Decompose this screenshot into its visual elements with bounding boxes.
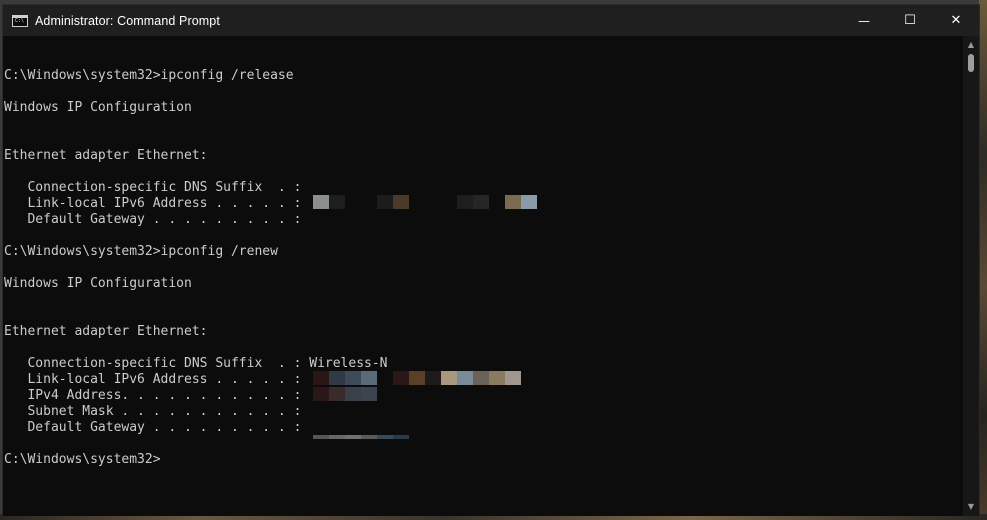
console-line: Subnet Mask . . . . . . . . . . . : [4, 404, 302, 419]
redaction-pixel [409, 195, 425, 209]
scroll-up-icon[interactable]: ▲ [963, 38, 979, 52]
console-line: Connection-specific DNS Suffix . : [4, 180, 302, 195]
redaction-pixel [329, 195, 345, 209]
redaction-pixel [313, 195, 329, 209]
redaction-pixel [329, 387, 345, 401]
redaction-pixel [393, 371, 409, 385]
console-line: Default Gateway . . . . . . . . . : [4, 212, 302, 227]
redaction-pixel [361, 387, 377, 401]
console-line: Windows IP Configuration [4, 100, 192, 115]
redaction-pixel [329, 371, 345, 385]
redaction-pixel [473, 195, 489, 209]
desktop-wallpaper-edge [979, 0, 987, 520]
redaction-pixel [393, 195, 409, 209]
console-line: C:\Windows\system32>ipconfig /release [4, 68, 294, 83]
command-prompt-icon[interactable]: C:\ [12, 14, 28, 27]
console-output[interactable]: C:\Windows\system32>ipconfig /release Wi… [3, 36, 965, 516]
minimize-icon: — [858, 13, 870, 28]
console-line: Ethernet adapter Ethernet: [4, 148, 208, 163]
command-prompt-window: C:\ Administrator: Command Prompt — ☐ ✕ … [2, 4, 980, 516]
console-line: C:\Windows\system32> [4, 452, 161, 467]
redaction-pixel [345, 371, 361, 385]
console-line: C:\Windows\system32>ipconfig /renew [4, 244, 278, 259]
console-line: Windows IP Configuration [4, 276, 192, 291]
minimize-button[interactable]: — [841, 5, 887, 36]
redaction-pixel [329, 435, 345, 439]
redaction-pixel [313, 371, 329, 385]
console-line: Ethernet adapter Ethernet: [4, 324, 208, 339]
redaction-pixel [457, 371, 473, 385]
redaction-pixel [393, 435, 409, 439]
redaction-pixel [361, 195, 377, 209]
redaction-pixel [345, 435, 361, 439]
redaction-pixel [345, 195, 361, 209]
maximize-icon: ☐ [904, 13, 916, 28]
redaction-pixel [377, 195, 393, 209]
title-bar[interactable]: C:\ Administrator: Command Prompt — ☐ ✕ [3, 5, 979, 36]
redacted-renew-default-gateway [313, 435, 409, 439]
close-icon: ✕ [950, 13, 962, 28]
scroll-down-icon[interactable]: ▼ [963, 500, 979, 514]
console-line: Connection-specific DNS Suffix . : Wirel… [4, 356, 388, 371]
redacted-renew-ipv4-address [313, 387, 377, 401]
scrollbar-thumb[interactable] [968, 54, 974, 72]
redaction-pixel [345, 387, 361, 401]
redaction-pixel [361, 371, 377, 385]
redaction-pixel [441, 371, 457, 385]
redaction-pixel [489, 195, 505, 209]
redaction-pixel [313, 435, 329, 439]
vertical-scrollbar[interactable]: ▲ ▼ [963, 36, 979, 516]
close-button[interactable]: ✕ [933, 5, 979, 36]
redaction-pixel [505, 195, 521, 209]
redaction-pixel [409, 371, 425, 385]
console-line: Link-local IPv6 Address . . . . . : [4, 196, 302, 211]
console-line: IPv4 Address. . . . . . . . . . . : [4, 388, 302, 403]
console-line: Link-local IPv6 Address . . . . . : [4, 372, 302, 387]
console-line: Default Gateway . . . . . . . . . : [4, 420, 302, 435]
window-title: Administrator: Command Prompt [35, 13, 220, 28]
redaction-pixel [313, 387, 329, 401]
redaction-pixel [457, 195, 473, 209]
redaction-pixel [377, 435, 393, 439]
redaction-pixel [489, 371, 505, 385]
redaction-pixel [425, 195, 441, 209]
redaction-pixel [473, 371, 489, 385]
redaction-pixel [521, 195, 537, 209]
redaction-pixel [505, 371, 521, 385]
redaction-pixel [361, 435, 377, 439]
redacted-renew-ipv6-address [313, 371, 521, 385]
window-controls: — ☐ ✕ [841, 5, 979, 36]
redaction-pixel [441, 195, 457, 209]
redaction-pixel [425, 371, 441, 385]
redacted-release-ipv6-address [313, 195, 537, 209]
maximize-button[interactable]: ☐ [887, 5, 933, 36]
redaction-pixel [377, 371, 393, 385]
